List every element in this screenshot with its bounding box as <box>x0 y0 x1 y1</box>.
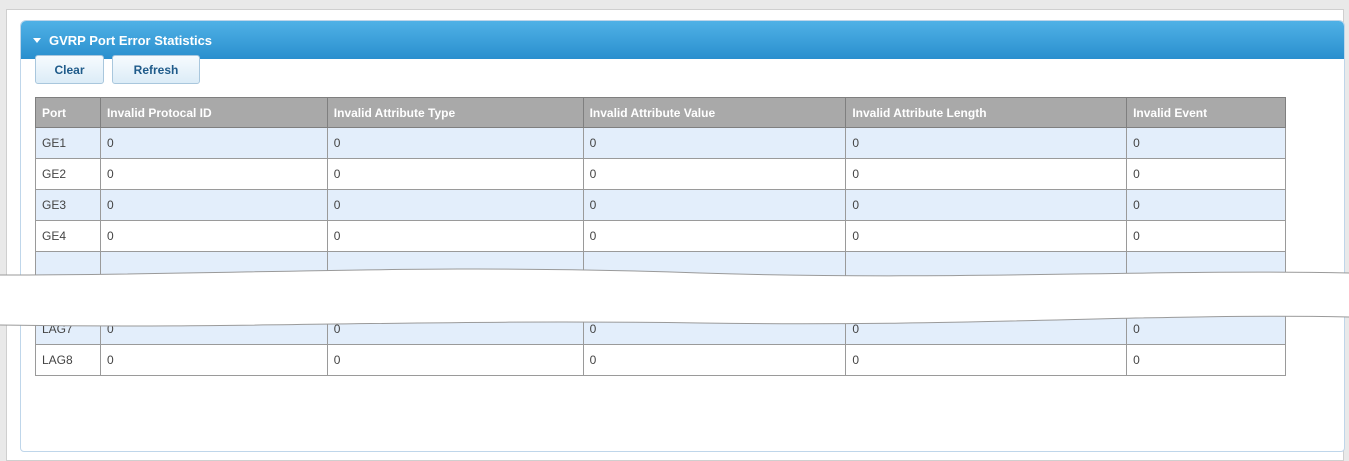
table-cell: 0 <box>582 313 847 345</box>
port-cell: GE2 <box>35 158 101 190</box>
table-cell: 0 <box>582 127 847 159</box>
column-header-invalid-attribute-length: Invalid Attribute Length <box>845 97 1128 128</box>
table-cell: 0 <box>1126 189 1286 221</box>
column-header-invalid-attribute-value: Invalid Attribute Value <box>582 97 847 128</box>
table-cell: 0 <box>326 189 584 221</box>
panel-title: GVRP Port Error Statistics <box>49 32 213 48</box>
table-header-row: Port Invalid Protocal ID Invalid Attribu… <box>35 97 1286 128</box>
table-cell: 0 <box>582 189 847 221</box>
table-cell: 0 <box>582 344 847 376</box>
table-cell: 0 <box>99 158 328 190</box>
port-cell <box>35 251 101 283</box>
table-row <box>35 251 1286 283</box>
table-cell: 0 <box>1126 158 1286 190</box>
toolbar: Clear Refresh <box>35 55 200 84</box>
table-cell: 0 <box>99 220 328 252</box>
column-header-invalid-event: Invalid Event <box>1126 97 1286 128</box>
table-cell <box>99 251 328 283</box>
refresh-button[interactable]: Refresh <box>112 55 200 84</box>
table-cell: 0 <box>582 282 847 314</box>
table-cell: 0 <box>99 282 328 314</box>
table-cell <box>582 251 847 283</box>
table-cell: 0 <box>582 220 847 252</box>
table-cell: 0 <box>1126 313 1286 345</box>
table-cell: 0 <box>99 313 328 345</box>
table-cell: 0 <box>845 313 1128 345</box>
table-cell: 0 <box>326 127 584 159</box>
port-cell: LAG7 <box>35 313 101 345</box>
table-cell: 0 <box>326 282 584 314</box>
port-cell: GE1 <box>35 127 101 159</box>
table-row: GE2 0 0 0 0 0 <box>35 158 1286 190</box>
table-cell: 0 <box>99 344 328 376</box>
table-cell: 0 <box>582 158 847 190</box>
table-cell: 0 <box>1126 344 1286 376</box>
table-cell: 0 <box>1126 127 1286 159</box>
table-cell: 0 <box>845 158 1128 190</box>
port-cell: GE3 <box>35 189 101 221</box>
column-header-port: Port <box>35 97 101 128</box>
table-cell <box>1126 251 1286 283</box>
table-cell: 0 <box>845 127 1128 159</box>
table-cell: 0 <box>99 189 328 221</box>
table-row: GE1 0 0 0 0 0 <box>35 127 1286 159</box>
port-cell: LAG6 <box>35 282 101 314</box>
table-cell: 0 <box>326 220 584 252</box>
table-row: GE3 0 0 0 0 0 <box>35 189 1286 221</box>
table-cell: 0 <box>326 344 584 376</box>
table-cell <box>326 251 584 283</box>
panel-header[interactable]: GVRP Port Error Statistics <box>21 21 1344 59</box>
table-cell: 0 <box>845 220 1128 252</box>
clear-button[interactable]: Clear <box>35 55 104 84</box>
table-cell: 0 <box>845 189 1128 221</box>
port-cell: LAG8 <box>35 344 101 376</box>
table-cell: 0 <box>1126 220 1286 252</box>
column-header-invalid-protocol-id: Invalid Protocal ID <box>99 97 328 128</box>
column-header-invalid-attribute-type: Invalid Attribute Type <box>326 97 584 128</box>
port-cell: GE4 <box>35 220 101 252</box>
table-cell: 0 <box>845 344 1128 376</box>
table-cell: 0 <box>326 313 584 345</box>
table-row: GE4 0 0 0 0 0 <box>35 220 1286 252</box>
table-cell: 0 <box>1126 282 1286 314</box>
table-cell <box>845 251 1128 283</box>
table-cell: 0 <box>326 158 584 190</box>
table-cell: 0 <box>99 127 328 159</box>
table-row: LAG6 0 0 0 0 0 <box>35 282 1286 314</box>
statistics-table: Port Invalid Protocal ID Invalid Attribu… <box>35 97 1286 376</box>
collapse-arrow-icon[interactable] <box>33 37 41 43</box>
table-row: LAG7 0 0 0 0 0 <box>35 313 1286 345</box>
table-cell: 0 <box>845 282 1128 314</box>
table-row: LAG8 0 0 0 0 0 <box>35 344 1286 376</box>
